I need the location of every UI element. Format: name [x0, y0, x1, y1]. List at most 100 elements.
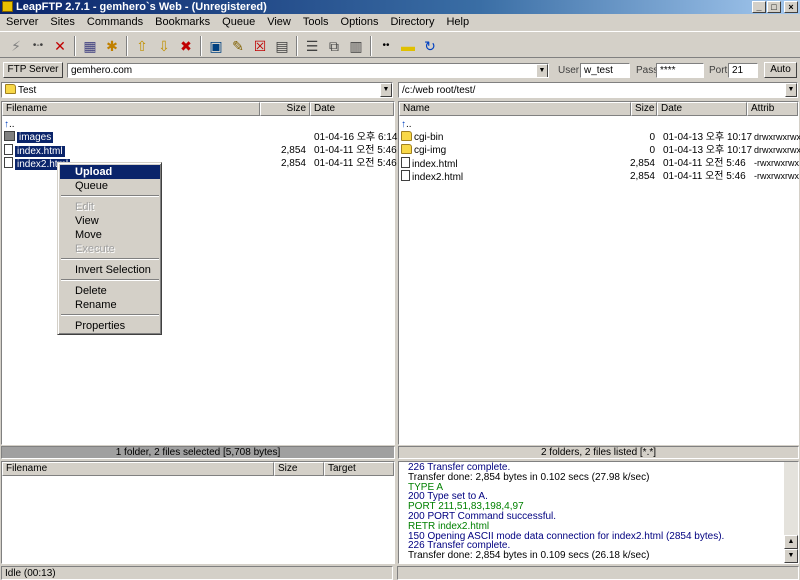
settings-icon[interactable]: ✱ [102, 36, 122, 56]
menu-bookmarks[interactable]: Bookmarks [149, 14, 216, 30]
menu-directory[interactable]: Directory [384, 14, 440, 30]
menu-options[interactable]: Options [335, 14, 385, 30]
title-bar: LeapFTP 2.7.1 - gemhero`s Web - (Unregis… [0, 0, 800, 14]
port-field[interactable]: 21 [728, 63, 758, 78]
chevron-down-icon[interactable]: ▼ [380, 83, 392, 97]
pass-label: Pass [636, 65, 659, 76]
properties-icon[interactable]: ▤ [272, 36, 292, 56]
remote-col-date[interactable]: Date [657, 102, 747, 116]
close-button[interactable]: × [784, 1, 798, 13]
pass-field[interactable]: **** [656, 63, 704, 78]
remote-file-attrib: -rwxrwxrwx [754, 171, 799, 181]
remote-up-row[interactable]: ↑.. [401, 118, 797, 131]
remote-file-attrib: drwxrwxrwx [754, 145, 800, 155]
menu-item-rename[interactable]: Rename [60, 298, 160, 312]
remote-row-cgi-bin[interactable]: cgi-bin 0 01-04-13 오후 10:17 drwxrwxrwx [401, 131, 800, 144]
menu-item-invert-selection[interactable]: Invert Selection [60, 263, 160, 277]
disconnect-icon[interactable]: ✕ [50, 36, 70, 56]
connect-icon[interactable]: ⚡ [6, 36, 26, 56]
folder-icon [5, 84, 16, 94]
remote-path-value: /c:/web root/test/ [402, 85, 476, 96]
menu-bar: Server Sites Commands Bookmarks Queue Vi… [0, 14, 800, 30]
menu-item-delete[interactable]: Delete [60, 284, 160, 298]
download-icon[interactable]: ⇩ [154, 36, 174, 56]
remote-col-size[interactable]: Size [631, 102, 657, 116]
menu-queue[interactable]: Queue [216, 14, 261, 30]
menu-item-queue[interactable]: Queue [60, 179, 160, 193]
remote-up-label: .. [406, 119, 412, 130]
status-right [397, 566, 799, 580]
connection-bar: FTP Server gemhero.com ▼ User w_test Pas… [0, 60, 800, 80]
menu-tools[interactable]: Tools [297, 14, 335, 30]
scroll-up-icon[interactable]: ▲ [784, 535, 798, 549]
menu-item-view[interactable]: View [60, 214, 160, 228]
maximize-button[interactable]: □ [767, 1, 781, 13]
local-file-size: 2,854 [280, 158, 306, 169]
local-col-size[interactable]: Size [260, 102, 310, 116]
menu-item-properties[interactable]: Properties [60, 319, 160, 333]
log-line: Transfer done: 2,854 bytes in 0.109 secs… [408, 550, 650, 562]
chevron-down-icon[interactable]: ▼ [536, 64, 548, 77]
queue-col-target[interactable]: Target [324, 462, 394, 476]
reconnect-icon[interactable]: •-• [28, 36, 48, 56]
scroll-down-icon[interactable]: ▼ [784, 549, 798, 563]
local-path-value: Test [18, 85, 37, 96]
local-path-combo[interactable]: Test ▼ [1, 82, 393, 98]
folder-icon [4, 131, 15, 141]
remote-file-name: index.html [412, 159, 458, 170]
queue-col-filename[interactable]: Filename [2, 462, 274, 476]
menu-commands[interactable]: Commands [81, 14, 149, 30]
upload-icon[interactable]: ⇧ [132, 36, 152, 56]
local-col-filename[interactable]: Filename [2, 102, 260, 116]
folder-icon[interactable]: ▬ [398, 36, 418, 56]
log-icon[interactable]: ▥ [346, 36, 366, 56]
remote-row-index[interactable]: index.html 2,854 01-04-11 오전 5:46 -rwxrw… [401, 157, 799, 170]
local-row-images[interactable]: images 01-04-16 오후 6:14 [4, 131, 397, 144]
remote-row-index2[interactable]: index2.html 2,854 01-04-11 오전 5:46 -rwxr… [401, 170, 799, 183]
menu-sites[interactable]: Sites [44, 14, 80, 30]
log-panel: 226 Transfer complete. Transfer done: 2,8… [398, 461, 799, 564]
site-manager-icon[interactable]: ▦ [80, 36, 100, 56]
local-file-size: 2,854 [280, 145, 306, 156]
user-field[interactable]: w_test [580, 63, 630, 78]
server-address-value: gemhero.com [71, 65, 133, 76]
menu-help[interactable]: Help [440, 14, 475, 30]
local-col-date[interactable]: Date [310, 102, 394, 116]
status-bar: Idle (00:13) [0, 566, 800, 580]
toolbar: ⚡ •-• ✕ ▦ ✱ ⇧ ⇩ ✖ ▣ ✎ ☒ ▤ ☰ ⧉ ▥ •• ▬ ↻ [0, 31, 800, 58]
list-icon[interactable]: ☰ [302, 36, 322, 56]
remote-status: 2 folders, 2 files listed [*.*] [398, 446, 799, 459]
refresh-icon[interactable]: ↻ [420, 36, 440, 56]
remote-col-name[interactable]: Name [399, 102, 631, 116]
minimize-button[interactable]: _ [752, 1, 766, 13]
command-icon[interactable]: •• [376, 36, 396, 56]
menu-item-upload[interactable]: Upload [60, 165, 160, 179]
menu-item-move[interactable]: Move [60, 228, 160, 242]
remove-icon[interactable]: ☒ [250, 36, 270, 56]
queue-col-size[interactable]: Size [274, 462, 324, 476]
local-file-name: index.html [15, 146, 65, 157]
remote-col-attrib[interactable]: Attrib [747, 102, 798, 116]
auto-button[interactable]: Auto [764, 62, 797, 78]
delete-icon[interactable]: ✖ [176, 36, 196, 56]
menu-view[interactable]: View [261, 14, 297, 30]
local-row-index[interactable]: index.html 2,854 01-04-11 오전 5:46 [4, 144, 397, 157]
remote-path-combo[interactable]: /c:/web root/test/ ▼ [398, 82, 798, 98]
server-address-combo[interactable]: gemhero.com ▼ [67, 63, 549, 78]
folder-icon [401, 144, 412, 154]
local-file-date: 01-04-11 오전 5:46 [314, 145, 397, 156]
local-up-label: .. [9, 119, 15, 130]
file-icon [4, 144, 13, 155]
menu-server[interactable]: Server [0, 14, 44, 30]
remote-row-cgi-img[interactable]: cgi-img 0 01-04-13 오후 10:17 drwxrwxrwx [401, 144, 800, 157]
view-icon[interactable]: ▣ [206, 36, 226, 56]
chevron-down-icon[interactable]: ▼ [785, 83, 797, 97]
file-icon [401, 170, 410, 181]
edit-icon[interactable]: ✎ [228, 36, 248, 56]
local-up-row[interactable]: ↑.. [4, 118, 394, 131]
folder-icon [401, 131, 412, 141]
remote-file-name: index2.html [412, 172, 464, 183]
ftp-server-button[interactable]: FTP Server [3, 62, 63, 78]
compare-icon[interactable]: ⧉ [324, 36, 344, 56]
remote-file-attrib: -rwxrwxrwx [754, 158, 799, 168]
